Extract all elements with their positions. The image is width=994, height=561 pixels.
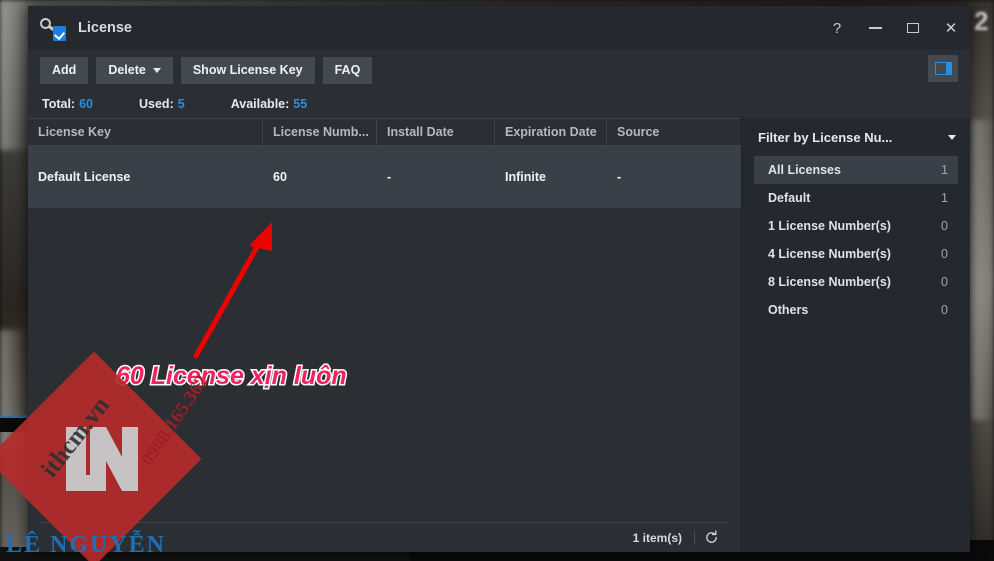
- license-window: License ? ✕ Add Delete Show License Key …: [28, 6, 970, 552]
- desktop-number: 2: [974, 6, 990, 36]
- filter-panel: Filter by License Nu... All Licenses 1 D…: [742, 118, 970, 552]
- filter-item-count: 0: [941, 219, 948, 233]
- window-controls: ? ✕: [818, 6, 970, 50]
- column-header-install-date[interactable]: Install Date: [377, 119, 495, 145]
- cell-license-key: Default License: [38, 170, 131, 184]
- refresh-button[interactable]: [695, 527, 727, 549]
- minimize-icon: [868, 27, 882, 29]
- filter-panel-title: Filter by License Nu...: [758, 129, 893, 145]
- maximize-button[interactable]: [894, 6, 932, 50]
- screen: 2 (function(){ var n = document.querySel…: [0, 0, 994, 561]
- chevron-down-icon[interactable]: [948, 134, 956, 140]
- panel-layout-icon: [934, 62, 952, 75]
- maximize-icon: [907, 23, 919, 33]
- column-header-expiration-date[interactable]: Expiration Date: [495, 119, 607, 145]
- refresh-icon: [705, 530, 717, 543]
- license-stats: Total: 60 Used: 5 Available: 55: [28, 90, 970, 118]
- desktop-blur-streak: [0, 0, 30, 150]
- filter-item-label: Default: [768, 191, 811, 205]
- question-mark-icon: ?: [832, 19, 842, 37]
- chevron-down-icon: [152, 67, 161, 73]
- stat-available: Available: 55: [231, 97, 308, 111]
- status-bar: 1 item(s): [40, 522, 729, 552]
- stat-total-value: 60: [79, 97, 93, 111]
- stat-total-label: Total:: [42, 97, 76, 111]
- window-body: License Key License Numb... Install Date…: [28, 118, 970, 552]
- table-row[interactable]: Default License 60 - Infinite -: [28, 146, 741, 208]
- column-header-license-number[interactable]: License Numb...: [263, 119, 377, 145]
- column-header-source[interactable]: Source: [607, 119, 741, 145]
- filter-item-count: 0: [941, 247, 948, 261]
- desktop-dark-band: [0, 418, 28, 432]
- filter-item-all-licenses[interactable]: All Licenses 1: [754, 156, 958, 184]
- cell-install-date: -: [387, 170, 392, 184]
- close-icon: ✕: [944, 20, 958, 37]
- filter-item-count: 0: [941, 275, 948, 289]
- help-button[interactable]: ?: [818, 6, 856, 50]
- delete-button-label: Delete: [108, 63, 146, 77]
- filter-item-count: 0: [941, 303, 948, 317]
- filter-item-8-license-number[interactable]: 8 License Number(s) 0: [754, 268, 958, 296]
- filter-panel-header[interactable]: Filter by License Nu...: [742, 118, 970, 156]
- stat-used-label: Used:: [139, 97, 174, 111]
- cell-source: -: [617, 170, 622, 184]
- filter-item-label: All Licenses: [768, 163, 841, 177]
- faq-button[interactable]: FAQ: [322, 56, 373, 84]
- stat-used-value: 5: [177, 97, 185, 111]
- filter-item-label: 8 License Number(s): [768, 275, 891, 289]
- toolbar: Add Delete Show License Key FAQ: [28, 50, 970, 90]
- minimize-button[interactable]: [856, 6, 894, 50]
- filter-item-label: 4 License Number(s): [768, 247, 891, 261]
- desktop-blur-streak: [0, 330, 26, 450]
- add-button[interactable]: Add: [40, 56, 89, 84]
- show-license-key-button[interactable]: Show License Key: [180, 56, 315, 84]
- key-check-icon: [38, 15, 66, 41]
- stat-total: Total: 60: [42, 97, 93, 111]
- delete-button[interactable]: Delete: [96, 56, 173, 84]
- show-license-key-label: Show License Key: [192, 63, 303, 77]
- column-header-license-key[interactable]: License Key: [28, 119, 263, 145]
- item-count-label: 1 item(s): [633, 530, 695, 545]
- add-button-label: Add: [52, 63, 77, 77]
- license-table: License Key License Numb... Install Date…: [28, 118, 741, 522]
- desktop-blur-streak: [972, 120, 994, 420]
- window-title: License: [78, 20, 132, 36]
- license-table-pane: License Key License Numb... Install Date…: [28, 118, 742, 552]
- filter-item-1-license-number[interactable]: 1 License Number(s) 0: [754, 212, 958, 240]
- stat-available-value: 55: [293, 97, 308, 111]
- stat-used: Used: 5: [139, 97, 185, 111]
- filter-item-label: 1 License Number(s): [768, 219, 891, 233]
- title-bar: License ? ✕: [28, 6, 970, 50]
- close-button[interactable]: ✕: [932, 6, 970, 50]
- cell-expiration-date: Infinite: [505, 170, 546, 184]
- panel-layout-toggle-button[interactable]: [928, 55, 958, 82]
- filter-item-others[interactable]: Others 0: [754, 296, 958, 324]
- filter-item-4-license-number[interactable]: 4 License Number(s) 0: [754, 240, 958, 268]
- faq-button-label: FAQ: [334, 63, 361, 77]
- filter-item-list: All Licenses 1 Default 1 1 License Numbe…: [742, 156, 970, 324]
- filter-item-count: 1: [941, 191, 948, 205]
- filter-item-label: Others: [768, 303, 809, 317]
- table-header-row: License Key License Numb... Install Date…: [28, 118, 741, 146]
- filter-item-count: 1: [941, 163, 948, 177]
- cell-license-number: 60: [273, 170, 287, 184]
- stat-available-label: Available:: [230, 97, 290, 111]
- filter-item-default[interactable]: Default 1: [754, 184, 958, 212]
